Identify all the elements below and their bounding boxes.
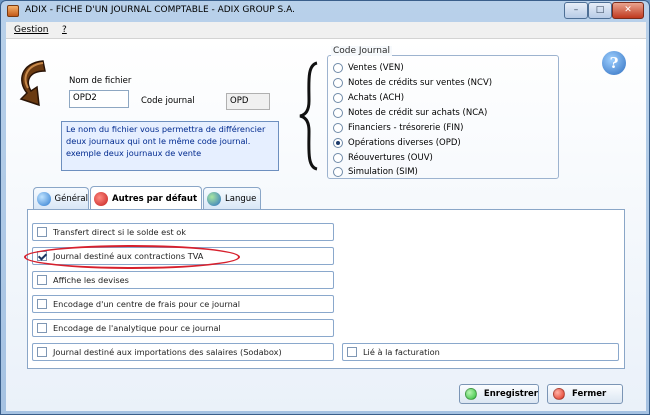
radio-ncv[interactable]: Notes de crédits sur ventes (NCV) xyxy=(333,76,492,90)
window-title: ADIX - FICHE D'UN JOURNAL COMPTABLE - AD… xyxy=(25,5,295,15)
radio-label: Notes de crédit sur achats (NCA) xyxy=(348,108,488,118)
tab-autres-par-defaut[interactable]: Autres par défaut xyxy=(90,186,202,210)
earth-icon xyxy=(207,191,221,206)
nom-fichier-label: Nom de fichier xyxy=(69,76,132,86)
checkbox[interactable] xyxy=(37,299,47,309)
tab-label: Langue xyxy=(225,193,257,204)
app-window: ADIX - FICHE D'UN JOURNAL COMPTABLE - AD… xyxy=(0,0,650,415)
radio-operations-diverses[interactable]: Opérations diverses (OPD) xyxy=(333,136,461,150)
red-dot-icon xyxy=(553,388,565,400)
back-arrow-icon[interactable] xyxy=(13,55,57,115)
radio-simulation[interactable]: Simulation (SIM) xyxy=(333,165,418,179)
close-window-button[interactable]: ✕ xyxy=(612,2,644,19)
checkbox[interactable] xyxy=(37,323,47,333)
radio-achats[interactable]: Achats (ACH) xyxy=(333,91,404,105)
checkbox[interactable] xyxy=(37,227,47,237)
app-icon xyxy=(7,5,19,17)
maximize-button[interactable]: □ xyxy=(588,2,612,19)
checkbox[interactable] xyxy=(347,347,357,357)
checkbox[interactable] xyxy=(37,347,47,357)
radio-label: Ventes (VEN) xyxy=(348,63,404,73)
option-analytique[interactable]: Encodage de l'analytique pour ce journal xyxy=(32,319,334,337)
radio-label: Simulation (SIM) xyxy=(348,167,418,177)
option-transfert-direct[interactable]: Transfert direct si le solde est ok xyxy=(32,223,334,241)
code-journal-label: Code journal xyxy=(141,96,195,106)
option-label: Affiche les devises xyxy=(53,275,129,285)
radio-label: Achats (ACH) xyxy=(348,93,405,103)
option-importations-salaires[interactable]: Journal destiné aux importations des sal… xyxy=(32,343,334,361)
tab-label: Général xyxy=(54,193,89,204)
radio-ventes[interactable]: Ventes (VEN) xyxy=(333,61,404,75)
radio-label: Opérations diverses (OPD) xyxy=(348,138,461,148)
option-liee-facturation[interactable]: Lié à la facturation xyxy=(342,343,619,361)
menu-gestion[interactable]: Gestion xyxy=(14,25,48,35)
option-label: Encodage de l'analytique pour ce journal xyxy=(53,323,221,333)
tab-label: Autres par défaut xyxy=(112,193,198,204)
tab-general[interactable]: Général xyxy=(33,187,89,209)
radio-label: Notes de crédits sur ventes (NCV) xyxy=(348,78,493,88)
minimize-button[interactable]: – xyxy=(564,2,588,19)
code-journal-legend: Code Journal xyxy=(331,46,393,56)
info-line: exemple deux journaux de vente xyxy=(66,147,202,158)
info-line: Le nom du fichier vous permettra de diff… xyxy=(66,124,266,134)
close-button-label: Fermer xyxy=(572,389,607,399)
globe-icon xyxy=(37,191,51,206)
radio-button-selected[interactable] xyxy=(333,138,343,148)
code-journal-field: OPD xyxy=(226,93,270,110)
no-entry-icon xyxy=(94,191,108,206)
save-button-label: Enregistrer xyxy=(483,389,538,399)
radio-label: Financiers - trésorerie (FIN) xyxy=(348,123,464,133)
radio-button[interactable] xyxy=(333,63,343,73)
nom-fichier-input[interactable]: OPD2 xyxy=(69,90,129,108)
radio-label: Réouvertures (OUV) xyxy=(348,153,433,163)
help-icon[interactable]: ? xyxy=(602,51,626,75)
radio-reouvertures[interactable]: Réouvertures (OUV) xyxy=(333,151,433,165)
info-message: Le nom du fichier vous permettra de diff… xyxy=(61,121,279,171)
radio-button[interactable] xyxy=(333,167,343,177)
menu-bar: Gestion ? xyxy=(6,22,646,39)
brace-decoration xyxy=(299,61,318,171)
save-button[interactable]: Enregistrer xyxy=(459,384,539,404)
radio-button[interactable] xyxy=(333,78,343,88)
menu-help[interactable]: ? xyxy=(62,25,67,35)
option-label: Encodage d'un centre de frais pour ce jo… xyxy=(53,299,241,309)
option-label: Transfert direct si le solde est ok xyxy=(53,227,187,237)
close-button[interactable]: Fermer xyxy=(547,384,623,404)
green-dot-icon xyxy=(465,388,477,400)
radio-financiers[interactable]: Financiers - trésorerie (FIN) xyxy=(333,121,464,135)
radio-button[interactable] xyxy=(333,93,343,103)
radio-nca[interactable]: Notes de crédit sur achats (NCA) xyxy=(333,106,487,120)
highlight-annotation xyxy=(24,245,240,269)
option-label: Journal destiné aux importations des sal… xyxy=(53,347,282,357)
checkbox[interactable] xyxy=(37,275,47,285)
tab-langue[interactable]: Langue xyxy=(203,187,261,209)
option-label: Lié à la facturation xyxy=(363,347,440,357)
radio-button[interactable] xyxy=(333,153,343,163)
option-centre-de-frais[interactable]: Encodage d'un centre de frais pour ce jo… xyxy=(32,295,334,313)
option-affiche-devises[interactable]: Affiche les devises xyxy=(32,271,334,289)
radio-button[interactable] xyxy=(333,108,343,118)
info-line: deux journaux qui ont le même code journ… xyxy=(66,135,251,146)
title-bar[interactable]: ADIX - FICHE D'UN JOURNAL COMPTABLE - AD… xyxy=(1,1,649,22)
radio-button[interactable] xyxy=(333,123,343,133)
